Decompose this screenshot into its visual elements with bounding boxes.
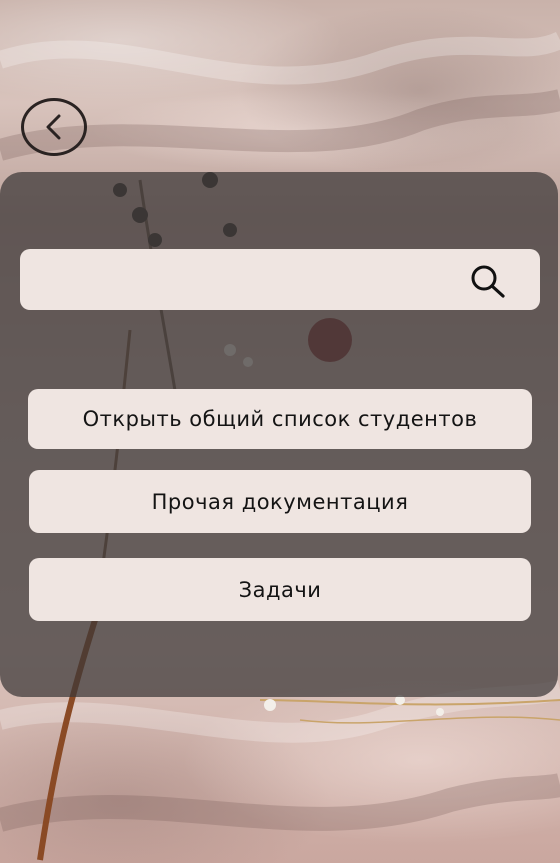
other-documentation-label: Прочая документация: [151, 489, 409, 514]
open-students-list-label: Открыть общий список студентов: [82, 407, 478, 431]
tasks-button[interactable]: Задачи: [29, 558, 531, 621]
menu-panel: Открыть общий список студентов Прочая до…: [0, 172, 558, 697]
search-input[interactable]: [34, 259, 458, 301]
back-button[interactable]: [21, 98, 87, 156]
open-students-list-button[interactable]: Открыть общий список студентов: [28, 389, 532, 449]
tasks-label: Задачи: [238, 577, 322, 602]
other-documentation-button[interactable]: Прочая документация: [29, 470, 531, 533]
chevron-left-icon: [46, 114, 61, 140]
search-icon[interactable]: [468, 263, 508, 299]
search-bar: [20, 249, 540, 310]
